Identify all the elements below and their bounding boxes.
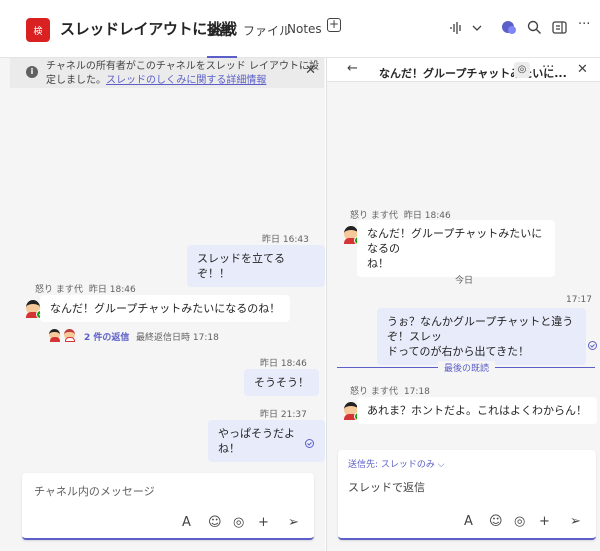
emoji-icon[interactable]: ☺	[208, 515, 222, 530]
seen-check-icon	[588, 341, 597, 350]
author-name: 怒り ます代	[350, 387, 398, 397]
tab-files[interactable]: ファイル	[243, 22, 291, 39]
audio-wave-icon[interactable]	[449, 21, 463, 35]
message-time: 昨日 21:37	[260, 410, 307, 420]
info-icon: i	[26, 66, 38, 78]
back-arrow-icon[interactable]: ←	[347, 61, 358, 76]
message-bubble[interactable]: スレッドを立てるぞ！！	[187, 245, 325, 287]
tab-conversation[interactable]: 会話	[208, 22, 232, 39]
message-bubble[interactable]: なんだ！グループチャットみたいになるのね！	[357, 220, 555, 277]
add-tab-button[interactable]: +	[327, 18, 341, 32]
last-read-label: 最後の既読	[438, 361, 496, 374]
close-icon[interactable]: ✕	[305, 64, 316, 78]
thread-layout-banner: i チャネルの所有者がこのチャネルをスレッド レイアウトに設定しました。スレッド…	[10, 58, 324, 88]
team-logo: 検	[26, 18, 50, 42]
message-bubble[interactable]: なんだ！グループチャットみたいになるのね！	[40, 295, 291, 322]
channel-compose-box[interactable]: チャネル内のメッセージ A ☺ ◎ + ➢	[22, 473, 314, 540]
thread-pane: ← なんだ！グループチャットみたいに... ◎ ··· ✕ 怒り ます代 昨日 1…	[326, 58, 600, 551]
format-icon[interactable]: A	[182, 515, 191, 530]
channel-pane: i チャネルの所有者がこのチャネルをスレッド レイアウトに設定しました。スレッド…	[0, 58, 325, 551]
send-to-label: 送信先:	[348, 460, 379, 470]
message-meta: 怒り ます代 17:18	[350, 384, 430, 397]
loop-icon[interactable]: ◎	[514, 514, 525, 529]
banner-link[interactable]: スレッドのしくみに関する詳細情報	[106, 75, 266, 86]
add-icon[interactable]: +	[539, 514, 550, 529]
thread-compose-box[interactable]: 送信先: スレッドのみ ⌵ スレッドで返信 A ☺ ◎ + ➢	[338, 450, 596, 540]
chat-icon[interactable]	[501, 20, 517, 36]
chat-bubble-icon[interactable]: ◎	[514, 62, 530, 78]
message-bubble[interactable]: うぉ？なんかグループチャットと違うぞ！スレッ ドってのが右から出てきた！	[377, 308, 586, 365]
chevron-down-icon[interactable]	[472, 24, 482, 32]
reply-input[interactable]: スレッドで返信	[348, 479, 425, 495]
search-icon[interactable]	[527, 20, 542, 35]
loop-icon[interactable]: ◎	[233, 515, 244, 530]
last-reply-time: 最終返信日時 17:18	[136, 333, 219, 343]
message-time: 昨日 18:46	[260, 359, 307, 369]
seen-check-icon	[305, 439, 314, 448]
channel-header: 検 スレッドレイアウトに挑戦 会話 ファイル Notes + ···	[0, 0, 600, 58]
close-icon[interactable]: ✕	[577, 62, 588, 77]
thread-title: なんだ！グループチャットみたいに...	[379, 67, 567, 80]
send-icon[interactable]: ➢	[570, 514, 581, 529]
compose-input[interactable]: チャネル内のメッセージ	[34, 483, 155, 499]
avatar	[48, 328, 62, 342]
message-bubble[interactable]: あれま？ホントだよ。これはよくわからん！	[357, 397, 597, 424]
emoji-icon[interactable]: ☺	[489, 514, 503, 529]
format-icon[interactable]: A	[464, 514, 473, 529]
add-icon[interactable]: +	[258, 515, 269, 530]
author-name: 怒り ます代	[35, 285, 83, 295]
panel-icon[interactable]	[552, 21, 567, 34]
more-icon[interactable]: ···	[542, 60, 554, 75]
send-icon[interactable]: ➢	[288, 515, 299, 530]
message-time: 昨日 16:43	[262, 235, 309, 245]
avatar	[63, 328, 77, 342]
more-icon[interactable]: ···	[578, 17, 590, 33]
replies-link[interactable]: 2 件の返信	[84, 330, 129, 343]
send-to-selector[interactable]: 送信先: スレッドのみ ⌵	[348, 457, 445, 470]
message-bubble[interactable]: そうそう！	[244, 369, 319, 396]
thread-header: ← なんだ！グループチャットみたいに... ◎ ··· ✕	[327, 58, 600, 82]
message-meta: 怒り ます代 昨日 18:46	[35, 282, 136, 295]
date-separator: 今日	[454, 276, 473, 286]
message-time: 17:18	[403, 387, 430, 397]
tab-notes[interactable]: Notes	[287, 22, 322, 36]
message-time: 昨日 18:46	[88, 285, 136, 295]
message-time: 17:17	[566, 295, 592, 305]
send-to-value[interactable]: スレッドのみ ⌵	[381, 460, 445, 470]
